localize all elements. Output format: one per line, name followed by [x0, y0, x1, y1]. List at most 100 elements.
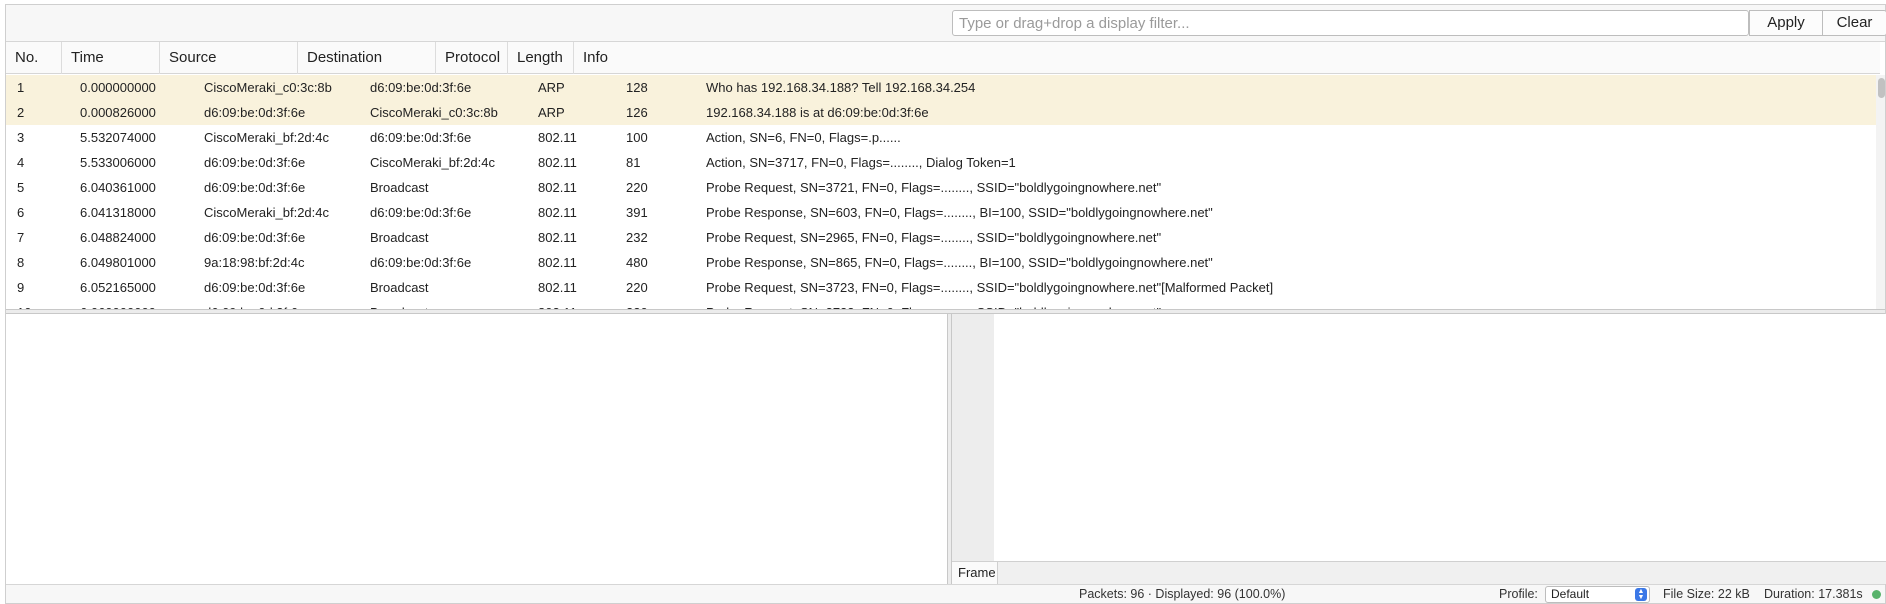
up-down-chevron-icon: ▲ ▼: [1635, 588, 1647, 601]
cell-no: 5: [17, 180, 25, 195]
packet-row[interactable]: 8 6.049801000 9a:18:98:bf:2d:4c d6:09:be…: [6, 250, 1876, 275]
cell-protocol: 802.11: [538, 205, 577, 220]
cell-time: 6.040361000: [80, 180, 156, 195]
cell-destination: d6:09:be:0d:3f:6e: [370, 130, 472, 145]
bytes-offset-gutter: [952, 314, 994, 561]
status-packets-count: Packets: 96 · Displayed: 96 (100.0%): [1079, 587, 1286, 601]
packet-rows: 1 0.000000000 CiscoMeraki_c0:3c:8b d6:09…: [6, 75, 1876, 313]
packet-details-pane[interactable]: [6, 314, 947, 584]
cell-source: CiscoMeraki_bf:2d:4c: [204, 130, 329, 145]
column-header-length[interactable]: Length: [508, 42, 574, 74]
cell-time: 5.533006000: [80, 155, 156, 170]
cell-info: Action, SN=3717, FN=0, Flags=........, D…: [706, 155, 1016, 170]
cell-time: 6.049801000: [80, 255, 156, 270]
cell-protocol: ARP: [538, 80, 565, 95]
profile-select[interactable]: Default ▲ ▼: [1545, 586, 1650, 603]
cell-source: d6:09:be:0d:3f:6e: [204, 180, 306, 195]
cell-destination: Broadcast: [370, 180, 429, 195]
status-profile-label: Profile:: [1499, 587, 1538, 601]
cell-destination: Broadcast: [370, 230, 429, 245]
cell-info: Probe Response, SN=865, FN=0, Flags=....…: [706, 255, 1213, 270]
column-header-destination[interactable]: Destination: [298, 42, 436, 74]
cell-source: d6:09:be:0d:3f:6e: [204, 280, 306, 295]
cell-time: 6.048824000: [80, 230, 156, 245]
display-filter-toolbar: Apply Clear: [6, 5, 1886, 42]
cell-source: d6:09:be:0d:3f:6e: [204, 155, 306, 170]
cell-protocol: 802.11: [538, 280, 577, 295]
cell-length: 128: [626, 80, 648, 95]
bytes-tab-bar: Frame: [952, 561, 1886, 584]
wireshark-main-window: Apply Clear No. Time Source Destination …: [5, 4, 1886, 604]
packet-list[interactable]: No. Time Source Destination Protocol Len…: [6, 42, 1885, 313]
cell-length: 232: [626, 230, 648, 245]
cell-no: 1: [17, 80, 25, 95]
cell-destination: Broadcast: [370, 280, 429, 295]
profile-select-value: Default: [1551, 587, 1590, 601]
display-filter-input[interactable]: [952, 10, 1749, 36]
cell-length: 220: [626, 280, 648, 295]
packet-bytes-pane[interactable]: Frame: [952, 314, 1886, 584]
cell-info: Action, SN=6, FN=0, Flags=.p......: [706, 130, 901, 145]
scrollbar-thumb[interactable]: [1878, 78, 1885, 98]
column-header-time[interactable]: Time: [62, 42, 160, 74]
cell-time: 5.532074000: [80, 130, 156, 145]
cell-no: 3: [17, 130, 25, 145]
packet-row[interactable]: 4 5.533006000 d6:09:be:0d:3f:6e CiscoMer…: [6, 150, 1876, 175]
cell-destination: d6:09:be:0d:3f:6e: [370, 255, 472, 270]
cell-length: 100: [626, 130, 648, 145]
cell-length: 480: [626, 255, 648, 270]
cell-time: 0.000826000: [80, 105, 156, 120]
packet-row[interactable]: 1 0.000000000 CiscoMeraki_c0:3c:8b d6:09…: [6, 75, 1876, 100]
cell-info: Probe Request, SN=3721, FN=0, Flags=....…: [706, 180, 1162, 195]
column-header-source[interactable]: Source: [160, 42, 298, 74]
cell-info: Who has 192.168.34.188? Tell 192.168.34.…: [706, 80, 976, 95]
cell-destination: d6:09:be:0d:3f:6e: [370, 80, 472, 95]
cell-time: 0.000000000: [80, 80, 156, 95]
packet-row[interactable]: 2 0.000826000 d6:09:be:0d:3f:6e CiscoMer…: [6, 100, 1876, 125]
cell-no: 7: [17, 230, 25, 245]
cell-length: 81: [626, 155, 641, 170]
packet-row[interactable]: 7 6.048824000 d6:09:be:0d:3f:6e Broadcas…: [6, 225, 1876, 250]
cell-no: 4: [17, 155, 25, 170]
cell-info: 192.168.34.188 is at d6:09:be:0d:3f:6e: [706, 105, 929, 120]
cell-protocol: 802.11: [538, 180, 577, 195]
cell-no: 2: [17, 105, 25, 120]
cell-protocol: 802.11: [538, 155, 577, 170]
apply-filter-button[interactable]: Apply: [1749, 10, 1823, 36]
packet-row[interactable]: 6 6.041318000 CiscoMeraki_bf:2d:4c d6:09…: [6, 200, 1876, 225]
tab-frame[interactable]: Frame: [952, 562, 998, 584]
cell-protocol: ARP: [538, 105, 565, 120]
packet-row[interactable]: 5 6.040361000 d6:09:be:0d:3f:6e Broadcas…: [6, 175, 1876, 200]
cell-info: Probe Request, SN=3723, FN=0, Flags=....…: [706, 280, 1274, 295]
packet-row[interactable]: 9 6.052165000 d6:09:be:0d:3f:6e Broadcas…: [6, 275, 1876, 300]
cell-protocol: 802.11: [538, 255, 577, 270]
packet-list-scrollbar[interactable]: [1876, 75, 1885, 313]
status-duration: Duration: 17.381s: [1764, 587, 1863, 601]
cell-destination: d6:09:be:0d:3f:6e: [370, 205, 472, 220]
cell-length: 391: [626, 205, 648, 220]
cell-protocol: 802.11: [538, 130, 577, 145]
cell-time: 6.052165000: [80, 280, 156, 295]
cell-no: 9: [17, 280, 25, 295]
cell-info: Probe Response, SN=603, FN=0, Flags=....…: [706, 205, 1213, 220]
column-header-info[interactable]: Info: [574, 42, 1880, 74]
cell-time: 6.041318000: [80, 205, 156, 220]
clear-filter-button[interactable]: Clear: [1823, 10, 1886, 36]
cell-no: 8: [17, 255, 25, 270]
column-header-no[interactable]: No.: [6, 42, 62, 74]
status-bar: Packets: 96 · Displayed: 96 (100.0%) Pro…: [6, 584, 1885, 603]
status-file-size: File Size: 22 kB: [1663, 587, 1750, 601]
column-header-protocol[interactable]: Protocol: [436, 42, 508, 74]
cell-source: d6:09:be:0d:3f:6e: [204, 105, 306, 120]
packet-list-header: No. Time Source Destination Protocol Len…: [6, 42, 1880, 74]
cell-info: Probe Request, SN=2965, FN=0, Flags=....…: [706, 230, 1162, 245]
cell-destination: CiscoMeraki_bf:2d:4c: [370, 155, 495, 170]
cell-length: 220: [626, 180, 648, 195]
cell-destination: CiscoMeraki_c0:3c:8b: [370, 105, 498, 120]
cell-source: d6:09:be:0d:3f:6e: [204, 230, 306, 245]
cell-no: 6: [17, 205, 25, 220]
cell-protocol: 802.11: [538, 230, 577, 245]
status-dot-icon: [1872, 590, 1881, 599]
cell-source: CiscoMeraki_bf:2d:4c: [204, 205, 329, 220]
packet-row[interactable]: 3 5.532074000 CiscoMeraki_bf:2d:4c d6:09…: [6, 125, 1876, 150]
